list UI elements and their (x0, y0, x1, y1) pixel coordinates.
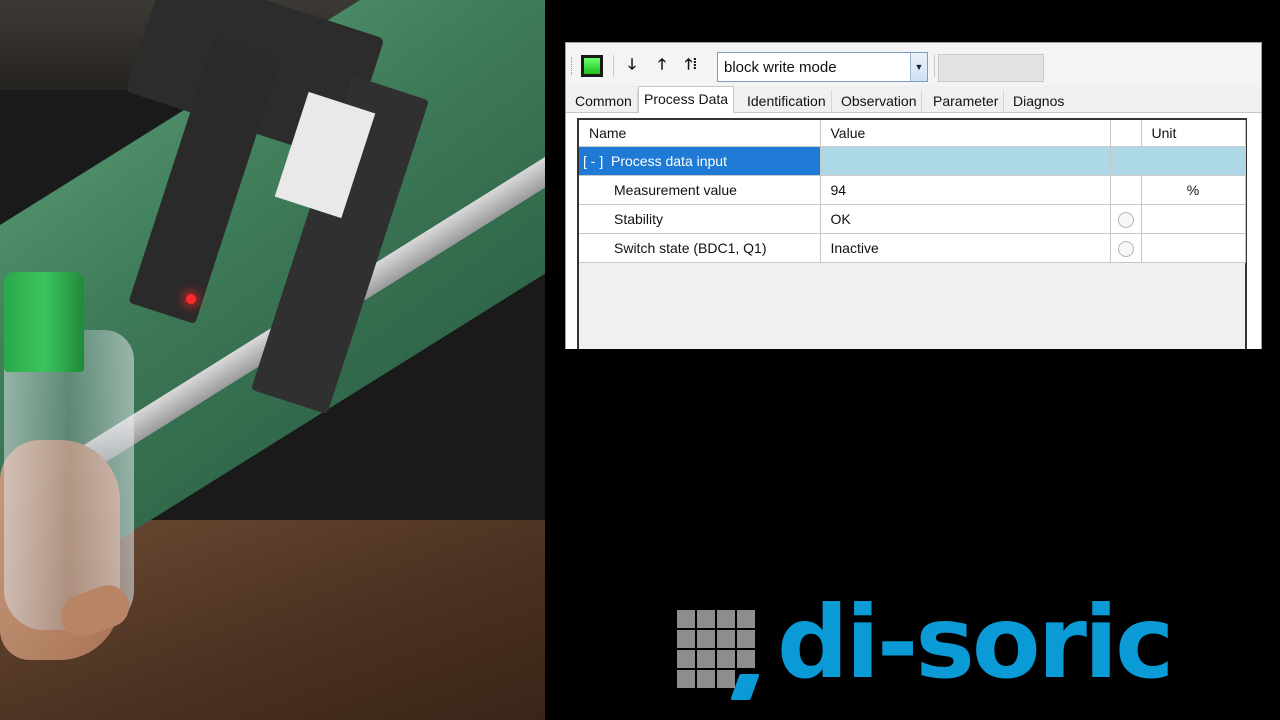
row-value[interactable]: 94 (820, 175, 1111, 205)
column-header-unit[interactable]: Unit (1141, 120, 1246, 147)
row-name: Switch state (BDC1, Q1) (579, 233, 821, 263)
group-state-cell (1110, 146, 1142, 176)
table-row[interactable]: Measurement value 94 % (579, 175, 1246, 205)
toolbar-grip (571, 57, 575, 75)
group-unit-cell (1141, 146, 1246, 176)
tab-observation[interactable]: Observation (836, 90, 923, 112)
process-data-panel: Name Value Unit [ - ] Process data input… (566, 112, 1261, 349)
status-indicator-icon[interactable] (581, 55, 603, 77)
tab-common[interactable]: Common (570, 90, 638, 112)
sensor-led (186, 294, 196, 304)
logo-mark-icon (677, 610, 760, 700)
row-state (1110, 175, 1142, 205)
toolbar-separator (934, 55, 935, 77)
arrow-up-icon[interactable]: 🡑 (650, 53, 674, 79)
device-config-window: 🡓 🡑 🡑⁞ block write mode ▼ Common Process… (565, 42, 1262, 349)
status-circle-icon (1117, 211, 1134, 228)
row-unit (1141, 204, 1246, 234)
group-row-process-data-input[interactable]: [ - ] Process data input (579, 146, 1246, 176)
arrow-up-all-icon[interactable]: 🡑⁞ (679, 53, 703, 79)
tab-identification[interactable]: Identification (742, 90, 832, 112)
tab-parameter[interactable]: Parameter (928, 90, 1005, 112)
group-name-cell[interactable]: [ - ] Process data input (579, 146, 821, 176)
bottle-cap (4, 272, 84, 372)
dropdown-arrow-icon[interactable]: ▼ (910, 53, 927, 81)
write-mode-value: block write mode (724, 59, 837, 76)
di-soric-logo: di-soric (677, 584, 1277, 706)
table-header-row: Name Value Unit (579, 120, 1246, 147)
table-row[interactable]: Stability OK (579, 204, 1246, 234)
row-name: Measurement value (579, 175, 821, 205)
row-value[interactable]: OK (820, 204, 1111, 234)
tab-diagnosis[interactable]: Diagnos (1008, 90, 1064, 112)
toolbar-separator (613, 55, 614, 77)
status-circle-icon (1117, 240, 1134, 257)
row-unit (1141, 233, 1246, 263)
toolbar: 🡓 🡑 🡑⁞ block write mode ▼ (566, 43, 1261, 86)
process-data-grid: Name Value Unit [ - ] Process data input… (577, 118, 1247, 349)
tab-bar: Common Process Data Identification Obser… (566, 86, 1261, 113)
group-value-cell (820, 146, 1111, 176)
row-unit: % (1141, 175, 1246, 205)
row-value[interactable]: Inactive (820, 233, 1111, 263)
column-header-name[interactable]: Name (579, 120, 821, 147)
collapse-toggle[interactable]: [ - ] (583, 153, 603, 169)
column-header-state (1110, 120, 1142, 147)
write-mode-select[interactable]: block write mode ▼ (717, 52, 928, 82)
column-header-value[interactable]: Value (820, 120, 1111, 147)
arrow-down-icon[interactable]: 🡓 (620, 53, 644, 79)
tab-process-data[interactable]: Process Data (638, 86, 735, 113)
camera-photo (0, 0, 545, 720)
disabled-field (938, 54, 1044, 82)
group-label: Process data input (611, 153, 727, 169)
row-state (1110, 204, 1142, 234)
logo-text: di-soric (777, 584, 1174, 701)
row-state (1110, 233, 1142, 263)
table-row[interactable]: Switch state (BDC1, Q1) Inactive (579, 233, 1246, 263)
row-name: Stability (579, 204, 821, 234)
